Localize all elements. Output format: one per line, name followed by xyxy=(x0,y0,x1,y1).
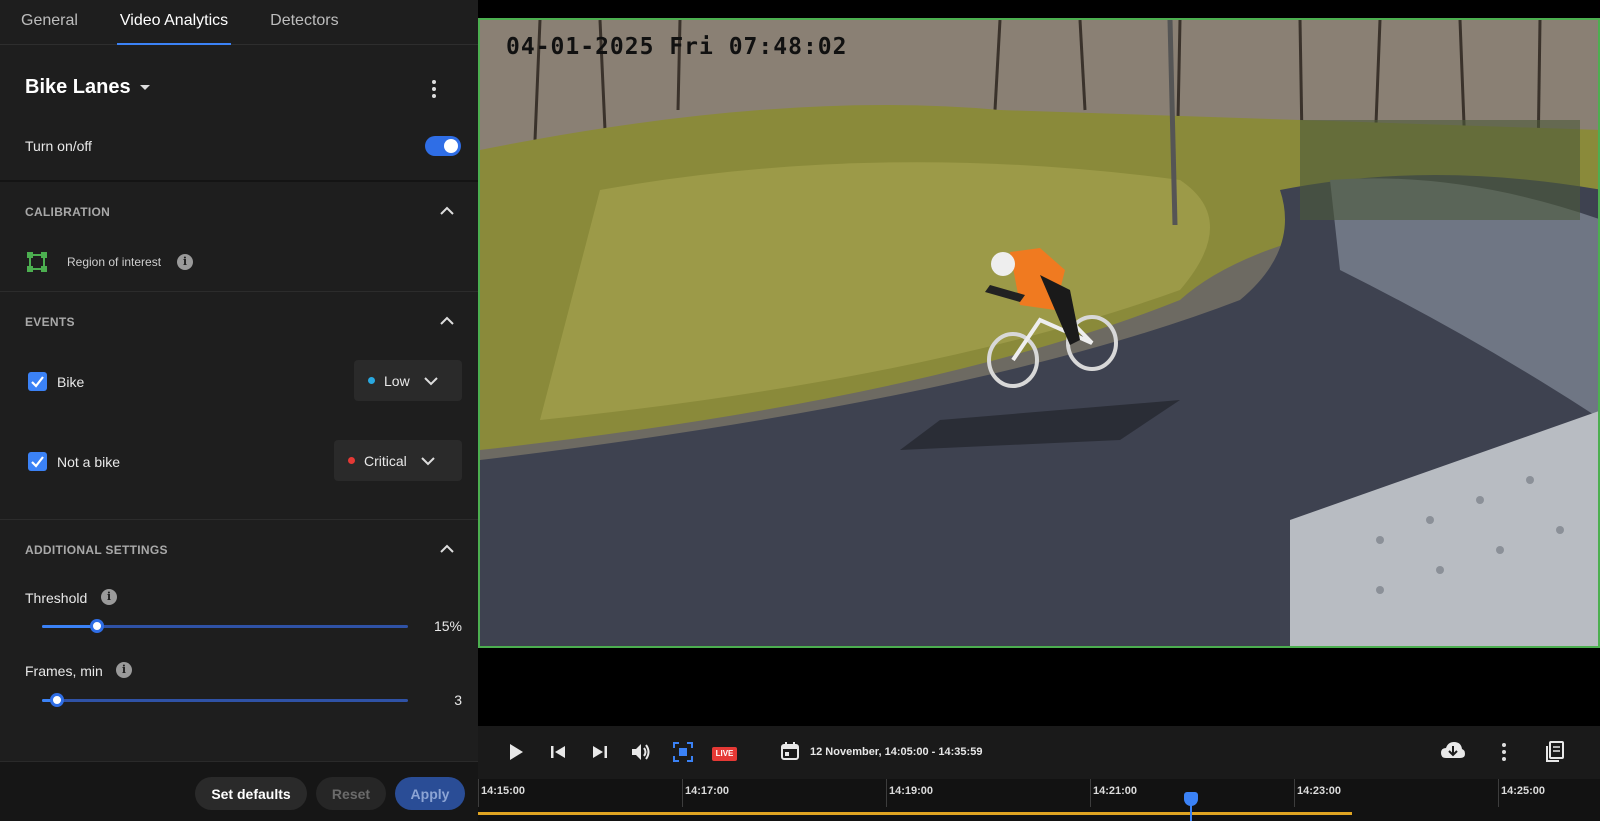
settings-panel: General Video Analytics Detectors Bike L… xyxy=(0,0,478,821)
timeline-tick xyxy=(682,779,683,807)
calendar-icon[interactable] xyxy=(780,741,800,761)
timeline-label: 14:17:00 xyxy=(685,785,730,797)
severity-dot xyxy=(348,457,355,464)
toggle-label: Turn on/off xyxy=(25,138,92,154)
video-feed[interactable]: 04-01-2025 Fri 07:48:02 xyxy=(478,18,1600,648)
checkmark-icon xyxy=(31,376,44,388)
bike-event-checkbox[interactable] xyxy=(28,372,47,391)
chevron-down-icon xyxy=(423,376,438,385)
timeline-label: 14:19:00 xyxy=(889,785,934,797)
tab-bar: General Video Analytics Detectors xyxy=(0,0,478,45)
page-title: Bike Lanes xyxy=(25,76,131,98)
chevron-up-icon[interactable] xyxy=(438,312,456,330)
live-badge[interactable]: LIVE xyxy=(712,747,737,761)
playhead-marker[interactable] xyxy=(1184,792,1198,806)
more-options-icon[interactable] xyxy=(424,79,444,99)
cloud-download-icon[interactable] xyxy=(1440,740,1466,762)
camera-scene-image xyxy=(480,20,1598,646)
player-more-options-icon[interactable] xyxy=(1494,742,1514,762)
severity-value: Low xyxy=(384,372,410,389)
chevron-up-icon[interactable] xyxy=(438,540,456,558)
timeline-label: 14:25:00 xyxy=(1501,785,1546,797)
info-icon[interactable]: i xyxy=(116,662,132,678)
threshold-label: Threshold xyxy=(25,590,88,606)
info-icon[interactable]: i xyxy=(101,589,117,605)
timeline-label: 14:21:00 xyxy=(1093,785,1138,797)
reset-button[interactable]: Reset xyxy=(316,777,386,810)
timeline-tick xyxy=(478,779,479,807)
calibration-header: CALIBRATION xyxy=(25,205,111,219)
events-header: EVENTS xyxy=(25,315,75,329)
chevron-down-icon xyxy=(421,456,435,465)
bike-event-label: Bike xyxy=(57,374,85,390)
region-of-interest-link[interactable]: Region of interest xyxy=(67,255,161,269)
toggle-knob xyxy=(444,139,458,153)
chevron-up-icon[interactable] xyxy=(438,202,456,220)
timeline-label: 14:15:00 xyxy=(481,785,526,797)
timeline-tick xyxy=(1294,779,1295,807)
clip-list-icon[interactable] xyxy=(1545,741,1565,763)
not-a-bike-severity-select[interactable]: Critical xyxy=(334,440,462,481)
additional-settings-header: ADDITIONAL SETTINGS xyxy=(25,543,168,557)
playhead-line xyxy=(1190,805,1192,821)
skip-next-icon[interactable] xyxy=(591,743,609,761)
checkmark-icon xyxy=(31,456,44,468)
slider-thumb[interactable] xyxy=(49,693,64,707)
caret-down-icon xyxy=(139,85,150,90)
divider xyxy=(0,291,478,292)
bike-severity-select[interactable]: Low xyxy=(354,360,462,401)
slider-thumb[interactable] xyxy=(89,619,104,633)
timeline-tick xyxy=(1090,779,1091,807)
time-range[interactable]: 12 November, 14:05:00 - 14:35:59 xyxy=(810,746,982,758)
app-root: General Video Analytics Detectors Bike L… xyxy=(0,0,1600,821)
set-defaults-button[interactable]: Set defaults xyxy=(195,777,307,810)
slider-fill xyxy=(42,625,97,628)
not-a-bike-event-checkbox[interactable] xyxy=(28,452,47,471)
osd-timestamp: 04-01-2025 Fri 07:48:02 xyxy=(506,34,848,60)
info-icon[interactable]: i xyxy=(177,254,193,270)
timeline-tick xyxy=(1498,779,1499,807)
fullscreen-focus-icon[interactable] xyxy=(673,742,693,762)
timeline-tick xyxy=(886,779,887,807)
tab-general[interactable]: General xyxy=(0,0,99,45)
timeline-label: 14:23:00 xyxy=(1297,785,1342,797)
timeline[interactable]: 14:15:00 14:17:00 14:19:00 14:21:00 14:2… xyxy=(478,779,1600,821)
frames-min-label: Frames, min xyxy=(25,663,103,679)
threshold-slider[interactable] xyxy=(42,619,408,633)
threshold-value: 15% xyxy=(433,618,462,634)
tab-detectors[interactable]: Detectors xyxy=(249,0,359,45)
severity-value: Critical xyxy=(364,452,407,469)
frames-min-value: 3 xyxy=(454,692,462,708)
not-a-bike-event-label: Not a bike xyxy=(57,454,121,470)
frames-min-slider[interactable] xyxy=(42,693,408,707)
section-divider xyxy=(0,180,478,182)
severity-dot xyxy=(368,377,375,384)
analytics-profile-dropdown[interactable]: Bike Lanes xyxy=(25,76,150,99)
divider xyxy=(0,519,478,520)
play-icon[interactable] xyxy=(507,742,525,762)
region-of-interest-icon xyxy=(27,252,47,272)
panel-footer: Set defaults Reset Apply xyxy=(0,761,478,821)
tab-video-analytics[interactable]: Video Analytics xyxy=(99,0,249,45)
recording-bar xyxy=(478,812,1352,815)
analytics-toggle[interactable] xyxy=(425,136,461,156)
volume-icon[interactable] xyxy=(630,741,652,763)
skip-previous-icon[interactable] xyxy=(549,743,567,761)
apply-button[interactable]: Apply xyxy=(395,777,465,810)
